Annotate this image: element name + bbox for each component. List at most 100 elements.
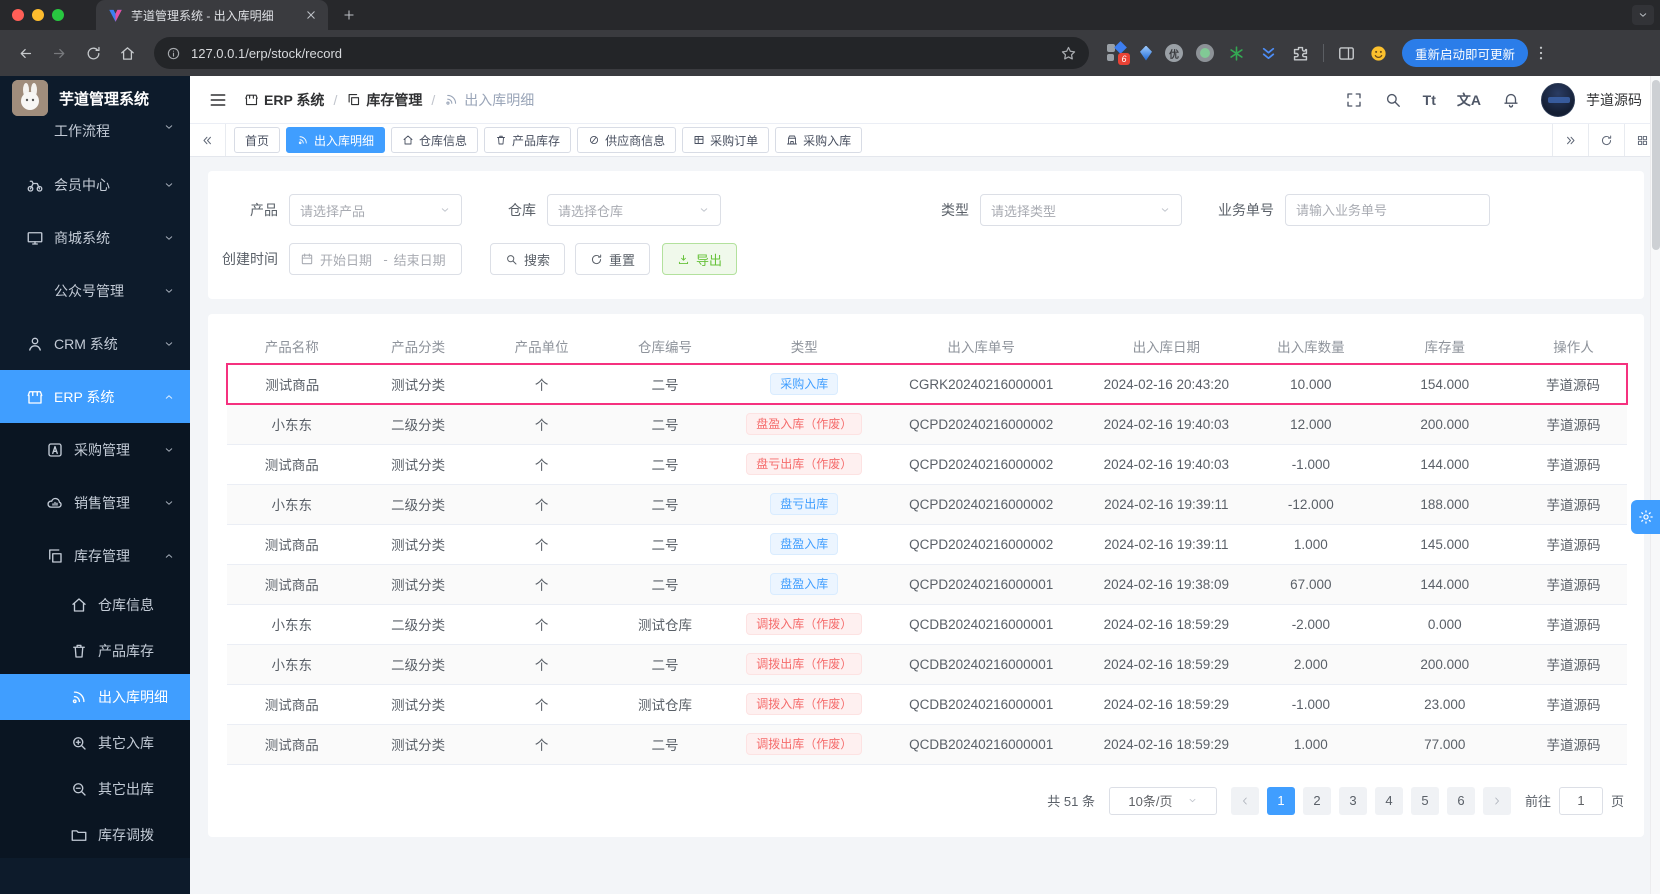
search-button[interactable]: 搜索 — [490, 243, 566, 275]
browser-update-button[interactable]: 重新启动即可更新 — [1402, 39, 1529, 67]
breadcrumb-item[interactable]: ERP 系统 — [244, 90, 324, 110]
collapse-menu-icon[interactable] — [208, 90, 228, 110]
back-button[interactable] — [10, 38, 40, 68]
prev-page-button[interactable] — [1230, 786, 1259, 815]
sidebar-item[interactable]: 出入库明细 — [0, 674, 190, 720]
minimize-window-button[interactable] — [32, 9, 44, 21]
table-row[interactable]: 小东东 二级分类个测试仓库 调拨入库（作废） QCDB20240216000001 20… — [227, 604, 1627, 645]
maximize-window-button[interactable] — [52, 9, 64, 21]
extension-badge-icon[interactable]: 6 — [1107, 41, 1130, 65]
forward-button[interactable] — [44, 38, 74, 68]
table-row[interactable]: 测试商品 测试分类个测试仓库 调拨入库（作废） QCDB20240216000001 2… — [227, 684, 1627, 725]
table-row-highlighted[interactable]: 测试商品 测试分类个二号 采购入库 CGRK20240216000001 2024-02… — [225, 363, 1628, 405]
page-number-button[interactable]: 6 — [1446, 786, 1475, 815]
notification-bell-icon[interactable] — [1502, 91, 1520, 109]
tags-scroll-right-icon[interactable] — [1552, 124, 1588, 156]
user-avatar[interactable] — [1541, 82, 1575, 117]
sidebar-item[interactable]: 仓库信息 — [0, 582, 190, 628]
profile-emoji-icon[interactable] — [1369, 44, 1388, 63]
export-button[interactable]: 导出 — [662, 243, 738, 275]
tagsview-tab[interactable]: 仓库信息 — [391, 127, 479, 153]
bizno-input-field[interactable] — [1296, 202, 1479, 218]
tagsview-tab[interactable]: 首页 — [234, 127, 281, 153]
sidebar-item[interactable]: 产品库存 — [0, 628, 190, 674]
cell-warehouse: 测试仓库 — [603, 604, 727, 645]
tagsview-tab[interactable]: 采购入库 — [775, 127, 863, 153]
cell-product-category: 测试分类 — [356, 564, 480, 605]
language-icon[interactable]: 文A — [1457, 90, 1481, 110]
sidebar-item[interactable]: 销售管理 — [0, 476, 190, 529]
page-number-button[interactable]: 4 — [1374, 786, 1403, 815]
extension-green-dot-icon[interactable] — [1196, 44, 1214, 62]
browser-tab[interactable]: 芋道管理系统 - 出入库明细 — [96, 0, 328, 30]
search-icon[interactable] — [1384, 91, 1402, 109]
tags-refresh-icon[interactable] — [1588, 124, 1624, 156]
tab-close-icon[interactable] — [304, 8, 318, 22]
address-bar[interactable]: 127.0.0.1/erp/stock/record — [154, 37, 1089, 69]
sidebar-item[interactable]: ERP 系统 — [0, 370, 190, 423]
sidebar-item[interactable]: 工作流程 — [0, 120, 190, 158]
theme-settings-button[interactable] — [1631, 500, 1660, 534]
site-info-icon[interactable] — [166, 46, 181, 61]
new-tab-button[interactable] — [336, 2, 362, 28]
username[interactable]: 芋道源码 — [1586, 90, 1642, 110]
page-number-button[interactable]: 1 — [1266, 786, 1295, 815]
window-controls[interactable] — [0, 0, 78, 30]
sidebar-item[interactable]: 会员中心 — [0, 158, 190, 211]
browser-menu-icon[interactable] — [1532, 44, 1550, 62]
date-range-picker[interactable]: 开始日期 - 结束日期 — [289, 243, 462, 275]
tagsview-tab[interactable]: 产品库存 — [484, 127, 572, 153]
breadcrumb-item[interactable]: 库存管理 — [346, 90, 422, 110]
table-row[interactable]: 测试商品 测试分类个二号 盘亏出库（作废） QCPD20240216000002 202… — [227, 444, 1627, 485]
type-select[interactable]: 请选择类型 — [980, 194, 1182, 226]
bizno-input[interactable] — [1285, 194, 1490, 226]
fullscreen-icon[interactable] — [1345, 91, 1363, 109]
extensions-puzzle-icon[interactable] — [1291, 44, 1310, 63]
next-page-button[interactable] — [1482, 786, 1511, 815]
home-button[interactable] — [112, 38, 142, 68]
side-panel-icon[interactable] — [1337, 44, 1356, 63]
font-size-icon[interactable]: Tt — [1423, 92, 1436, 108]
table-row[interactable]: 测试商品 测试分类个二号 盘盈入库 QCPD20240216000001 2024-02… — [227, 564, 1627, 605]
page-number-button[interactable]: 3 — [1338, 786, 1367, 815]
page-number-button[interactable]: 5 — [1410, 786, 1439, 815]
reload-button[interactable] — [78, 38, 108, 68]
product-select[interactable]: 请选择产品 — [289, 194, 462, 226]
table-row[interactable]: 小东东 二级分类个二号 盘盈入库（作废） QCPD20240216000002 2024… — [227, 404, 1627, 445]
bookmark-star-icon[interactable] — [1060, 45, 1077, 62]
table-row[interactable]: 小东东 二级分类个二号 调拨出库（作废） QCDB20240216000001 2024… — [227, 644, 1627, 685]
sidebar-item[interactable]: 库存管理 — [0, 529, 190, 582]
app-logo[interactable]: 芋道管理系统 — [0, 76, 190, 120]
tagsview-tab[interactable]: 出入库明细 — [286, 127, 386, 153]
sidebar-item[interactable]: 公众号管理 — [0, 264, 190, 317]
sidebar-item[interactable]: 其它出库 — [0, 766, 190, 812]
tagsview-tab[interactable]: 采购订单 — [682, 127, 770, 153]
cell-stock: 0.000 — [1369, 604, 1521, 645]
total-count: 共 51 条 — [1047, 794, 1095, 809]
close-window-button[interactable] — [12, 9, 24, 21]
goto-page-input[interactable] — [1558, 786, 1603, 815]
extension-gray-icon[interactable]: 优 — [1165, 44, 1183, 62]
sidebar-item[interactable]: 采购管理 — [0, 423, 190, 476]
tagsview-tab[interactable]: 供应商信息 — [577, 127, 677, 153]
sidebar-item[interactable]: 商城系统 — [0, 211, 190, 264]
table-row[interactable]: 测试商品 测试分类个二号 调拨出库（作废） QCDB20240216000001 202… — [227, 724, 1627, 765]
page-size-select[interactable]: 10条/页 — [1108, 786, 1217, 815]
sidebar-item[interactable]: 库存调拨 — [0, 812, 190, 858]
extension-chevrons-icon[interactable] — [1259, 44, 1278, 63]
extension-star-icon[interactable] — [1227, 44, 1246, 63]
cell-product-unit: 个 — [479, 484, 604, 525]
scrollbar-thumb[interactable] — [1652, 80, 1660, 250]
tags-scroll-left-icon[interactable] — [190, 124, 226, 156]
sidebar-item[interactable]: 其它入库 — [0, 720, 190, 766]
reset-button[interactable]: 重置 — [575, 243, 651, 275]
sidebar-item[interactable]: CRM 系统 — [0, 317, 190, 370]
table-row[interactable]: 测试商品 测试分类个二号 盘盈入库 QCPD20240216000002 2024-02… — [227, 524, 1627, 565]
extension-kite-icon[interactable] — [1140, 45, 1152, 61]
cell-product-name: 小东东 — [227, 604, 357, 645]
tab-search-icon[interactable] — [1632, 5, 1654, 25]
warehouse-select[interactable]: 请选择仓库 — [547, 194, 721, 226]
page-number-button[interactable]: 2 — [1302, 786, 1331, 815]
page-scrollbar[interactable] — [1650, 76, 1660, 894]
table-row[interactable]: 小东东 二级分类个二号 盘亏出库 QCPD20240216000002 2024-02-… — [227, 484, 1627, 525]
